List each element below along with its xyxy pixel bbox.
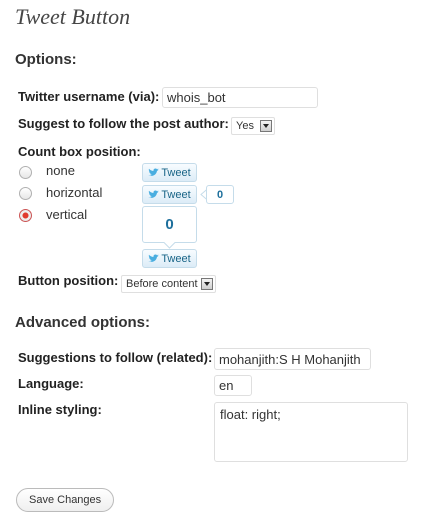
twitter-bird-icon — [148, 190, 160, 198]
language-input[interactable]: en — [214, 375, 252, 396]
tweet-preview-vertical: Tweet — [142, 249, 197, 268]
radio-count-vertical-label: vertical — [46, 207, 88, 222]
options-heading: Options: — [15, 51, 77, 68]
button-position-value: Before content — [126, 278, 198, 290]
button-position-select[interactable]: Before content — [121, 275, 216, 293]
suggest-follow-select[interactable]: Yes — [231, 117, 275, 135]
tweet-preview-none-label: Tweet — [161, 166, 191, 179]
tweet-preview-none: Tweet — [142, 163, 197, 182]
related-input[interactable]: mohanjith:S H Mohanjith — [214, 348, 371, 370]
tweet-preview-vertical-label: Tweet — [161, 252, 191, 265]
chevron-down-icon — [260, 120, 272, 132]
inline-styling-label: Inline styling: — [18, 402, 102, 417]
button-position-label: Button position: — [18, 273, 119, 288]
twitter-bird-icon — [148, 254, 160, 262]
inline-styling-textarea[interactable]: float: right; — [214, 402, 408, 462]
count-box-label: Count box position: — [18, 144, 141, 159]
suggest-follow-value: Yes — [236, 120, 254, 132]
tweet-preview-horizontal: Tweet — [142, 185, 197, 204]
radio-count-horizontal-label: horizontal — [46, 185, 103, 200]
vertical-count-pointer — [163, 242, 176, 249]
radio-count-none[interactable] — [19, 166, 32, 179]
radio-count-vertical[interactable] — [19, 209, 32, 222]
advanced-options-heading: Advanced options: — [15, 314, 151, 331]
twitter-username-input[interactable]: whois_bot — [162, 87, 318, 108]
radio-count-none-label: none — [46, 163, 75, 178]
tweet-preview-horizontal-label: Tweet — [161, 188, 191, 201]
radio-count-horizontal[interactable] — [19, 187, 32, 200]
twitter-username-label: Twitter username (via): — [18, 89, 160, 104]
horizontal-count-bubble: 0 — [206, 185, 234, 204]
language-label: Language: — [18, 376, 84, 391]
related-label: Suggestions to follow (related): — [18, 350, 213, 365]
suggest-follow-label: Suggest to follow the post author: — [18, 116, 229, 131]
twitter-bird-icon — [148, 168, 160, 176]
chevron-down-icon — [201, 278, 213, 290]
save-changes-button[interactable]: Save Changes — [16, 488, 115, 512]
vertical-count-bubble: 0 — [142, 206, 197, 243]
page-title: Tweet Button — [15, 4, 131, 29]
